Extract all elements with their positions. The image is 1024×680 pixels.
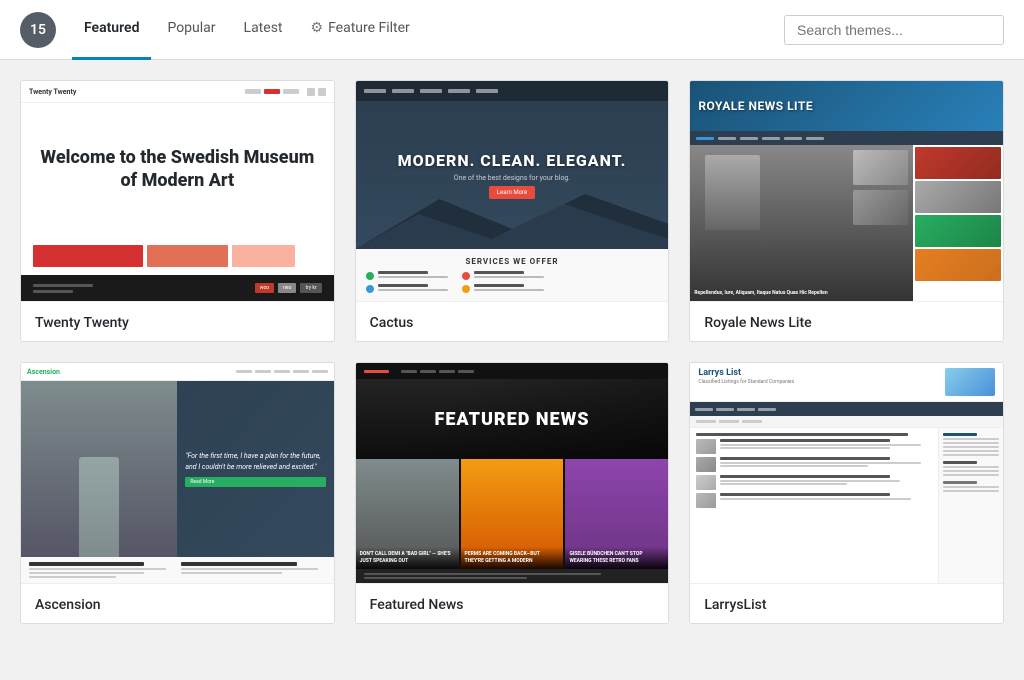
theme-card-footer: LarrysList — [690, 583, 1003, 623]
theme-card-footer: Featured News — [356, 583, 669, 623]
search-box — [784, 15, 1004, 45]
list-item — [696, 439, 932, 454]
theme-preview-larryslist: Larrys List Classified Listings for Stan… — [690, 363, 1003, 583]
search-input[interactable] — [784, 15, 1004, 45]
theme-name: Twenty Twenty — [35, 315, 129, 331]
nav-tabs: Featured Popular Latest ⚙ Feature Filter — [72, 0, 784, 60]
tt-topbar: Twenty Twenty — [21, 81, 334, 103]
list-item — [696, 475, 932, 490]
theme-name: Ascension — [35, 597, 101, 613]
tab-feature-filter[interactable]: ⚙ Feature Filter — [299, 0, 422, 60]
list-item — [696, 457, 932, 472]
theme-card-footer: Cactus — [356, 301, 669, 341]
theme-count-badge: 15 — [20, 12, 56, 48]
theme-preview-cactus: MODERN. CLEAN. ELEGANT. One of the best … — [356, 81, 669, 301]
theme-name: Royale News Lite — [704, 315, 811, 331]
theme-preview-ascension: Ascension — [21, 363, 334, 583]
header: 15 Featured Popular Latest ⚙ Feature Fil… — [0, 0, 1024, 60]
list-item — [696, 493, 932, 508]
theme-card-footer: Ascension — [21, 583, 334, 623]
theme-preview-twentytwenty: Twenty Twenty Welcome to the Swedish Mu — [21, 81, 334, 301]
theme-name: LarrysList — [704, 597, 766, 613]
theme-name: Cactus — [370, 315, 414, 331]
theme-count: 15 — [30, 22, 46, 38]
tab-popular[interactable]: Popular — [155, 0, 227, 60]
theme-card-larryslist[interactable]: Larrys List Classified Listings for Stan… — [689, 362, 1004, 624]
gear-icon: ⚙ — [311, 20, 324, 36]
theme-card-featured-news[interactable]: FEATURED NEWS DON'T CALL DEMI A "BAD GIR… — [355, 362, 670, 624]
main-content: Twenty Twenty Welcome to the Swedish Mu — [0, 60, 1024, 644]
theme-card-cactus[interactable]: MODERN. CLEAN. ELEGANT. One of the best … — [355, 80, 670, 342]
tab-featured[interactable]: Featured — [72, 0, 151, 60]
themes-grid: Twenty Twenty Welcome to the Swedish Mu — [20, 80, 1004, 624]
theme-card-twentytwenty[interactable]: Twenty Twenty Welcome to the Swedish Mu — [20, 80, 335, 342]
theme-preview-featured-news: FEATURED NEWS DON'T CALL DEMI A "BAD GIR… — [356, 363, 669, 583]
theme-card-footer: Twenty Twenty — [21, 301, 334, 341]
tab-latest[interactable]: Latest — [232, 0, 295, 60]
theme-preview-royale: ROYALE NEWS LITE — [690, 81, 1003, 301]
theme-card-royale[interactable]: ROYALE NEWS LITE — [689, 80, 1004, 342]
theme-name: Featured News — [370, 597, 464, 613]
theme-card-footer: Royale News Lite — [690, 301, 1003, 341]
theme-card-ascension[interactable]: Ascension — [20, 362, 335, 624]
